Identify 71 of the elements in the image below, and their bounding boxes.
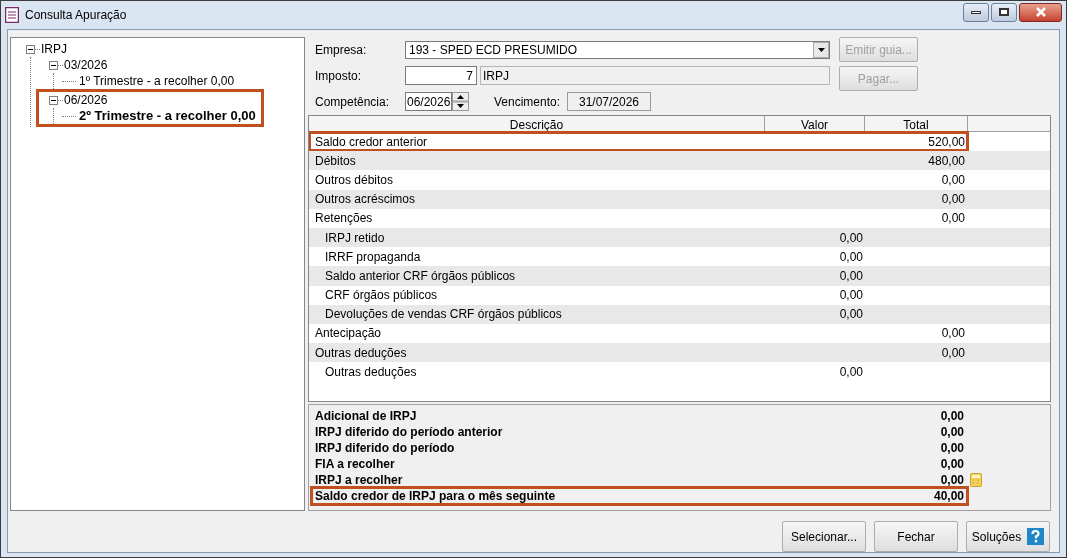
table-cell-text: 0,00 <box>940 325 966 343</box>
tax-name-field: IRPJ <box>480 66 830 85</box>
window-title: Consulta Apuração <box>25 7 127 24</box>
summary-value: 40,00 <box>932 488 965 505</box>
tree-item[interactable]: 1º Trimestre - a recolher 0,00 <box>78 72 236 90</box>
summary-label: Adicional de IRPJ <box>315 408 418 425</box>
summary-label: IRPJ a recolher <box>315 472 404 489</box>
button[interactable]: Fechar <box>874 521 958 552</box>
summary-label: IRPJ diferido do período anterior <box>315 424 504 441</box>
table-cell-text: Outros débitos <box>314 171 395 189</box>
column-header[interactable]: Total <box>865 116 968 131</box>
summary-label: FIA a recolher <box>315 456 396 473</box>
summary-value: 0,00 <box>939 472 965 489</box>
table-cell-text: 0,00 <box>940 191 966 209</box>
tree-item[interactable]: IRPJ <box>40 40 68 58</box>
table-cell-text: 480,00 <box>927 152 966 170</box>
field-label: Vencimento: <box>494 93 562 111</box>
table-cell-text: IRPJ retido <box>324 229 386 247</box>
table-cell-text: Débitos <box>314 152 357 170</box>
spinner-icon[interactable] <box>452 92 469 111</box>
summary-label: IRPJ diferido do período <box>315 440 456 457</box>
table-cell-text: 0,00 <box>838 248 864 266</box>
close-icon <box>1034 7 1047 17</box>
table-cell-text: Devoluções de vendas CRF órgãos públicos <box>324 306 563 324</box>
table-cell-text: Outras deduções <box>324 363 418 381</box>
tax-code-field[interactable]: 7 <box>405 66 477 85</box>
column-header[interactable]: Descrição <box>309 116 765 131</box>
table-cell-text: 0,00 <box>838 267 864 285</box>
document-icon <box>5 7 19 23</box>
table-cell-text: CRF órgãos públicos <box>324 287 439 305</box>
table-cell-text: Outras deduções <box>314 344 408 362</box>
table-cell-text: Saldo anterior CRF órgãos públicos <box>324 267 517 285</box>
collapse-icon[interactable] <box>26 44 35 54</box>
table-cell-text: 520,00 <box>927 133 966 151</box>
table-cell-text: Saldo credor anterior <box>314 133 429 151</box>
table-cell-text: 0,00 <box>940 171 966 189</box>
company-dropdown[interactable]: 193 - SPED ECD PRESUMIDO <box>405 41 830 59</box>
field-label: Imposto: <box>315 67 363 85</box>
due-date-field: 31/07/2026 <box>567 92 651 111</box>
tree-item[interactable]: 03/2026 <box>63 56 109 74</box>
table-cell-text: 0,00 <box>940 344 966 362</box>
summary-value: 0,00 <box>939 456 965 473</box>
help-icon <box>1027 528 1045 545</box>
table-cell-text: 0,00 <box>940 210 966 228</box>
field-label: Empresa: <box>315 42 368 59</box>
table-cell-text: Retenções <box>314 210 374 228</box>
period-field[interactable]: 06/2026 <box>405 92 452 111</box>
summary-value: 0,00 <box>939 408 965 425</box>
collapse-icon[interactable] <box>49 95 58 105</box>
button[interactable]: Soluções <box>966 521 1050 552</box>
table-cell-text: 0,00 <box>838 363 864 381</box>
summary-value: 0,00 <box>939 424 965 441</box>
maximize-button[interactable] <box>991 2 1017 22</box>
table-cell-text: 0,00 <box>838 287 864 305</box>
table-cell-text: Outros acréscimos <box>314 191 417 209</box>
close-button[interactable] <box>1019 2 1062 22</box>
summary-label: Saldo credor de IRPJ para o mês seguinte <box>315 488 557 505</box>
column-header[interactable]: Valor <box>765 116 865 131</box>
table-cell-text: IRRF propaganda <box>324 248 422 266</box>
table-cell-text: 0,00 <box>838 229 864 247</box>
summary-value: 0,00 <box>939 440 965 457</box>
collapse-icon[interactable] <box>49 60 58 70</box>
button[interactable]: Selecionar... <box>782 521 866 552</box>
tree-item[interactable]: 2º Trimestre - a recolher 0,00 <box>78 106 257 126</box>
tree-item[interactable]: 06/2026 <box>63 91 109 109</box>
dropdown-button[interactable] <box>813 42 829 58</box>
caret-icon <box>817 48 825 52</box>
minimize-button[interactable] <box>963 2 989 22</box>
table-cell-text: Antecipação <box>314 325 383 343</box>
table-cell-text: 0,00 <box>838 306 864 324</box>
field-label: Competência: <box>315 93 391 111</box>
